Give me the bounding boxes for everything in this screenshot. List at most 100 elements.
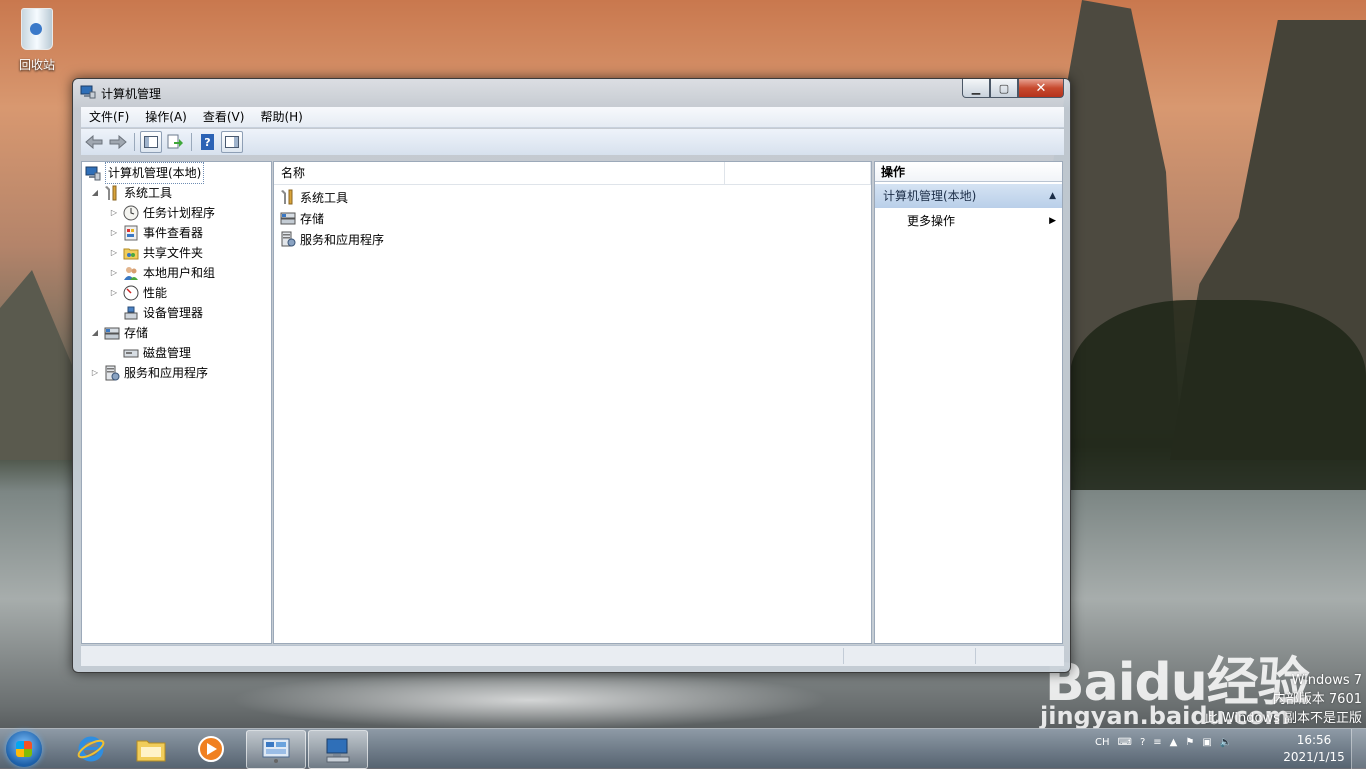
- list-item[interactable]: 服务和应用程序: [280, 229, 384, 249]
- expand-icon[interactable]: ▷: [109, 203, 119, 223]
- network-icon[interactable]: ▣: [1202, 737, 1211, 748]
- tree-item-system-tools[interactable]: ◢ 系统工具: [90, 183, 172, 203]
- windows-watermark: Windows 7 内部版本 7601 此 Windows 副本不是正版: [1200, 671, 1362, 728]
- tree-item-storage[interactable]: ◢ 存储: [90, 323, 148, 343]
- recycle-bin-desktop-icon[interactable]: 回收站: [12, 8, 62, 73]
- watermark-line: 内部版本 7601: [1272, 692, 1362, 707]
- tree-item-performance[interactable]: ▷ 性能: [109, 283, 167, 303]
- action-center-icon[interactable]: ⚑: [1185, 737, 1194, 748]
- expand-icon[interactable]: ▷: [109, 283, 119, 303]
- language-indicator[interactable]: CH: [1095, 737, 1110, 748]
- toolbar-separator: [134, 133, 135, 151]
- minimize-button[interactable]: ▁: [962, 79, 990, 98]
- status-bar: [81, 645, 1064, 666]
- tree-item-services-applications[interactable]: ▷ 服务和应用程序: [90, 363, 208, 383]
- taskbar-internet-explorer[interactable]: [62, 730, 120, 767]
- show-hide-action-pane-button[interactable]: [221, 131, 243, 153]
- users-icon: [124, 267, 138, 280]
- toolbar-separator: [191, 133, 192, 151]
- column-header-empty[interactable]: [725, 162, 871, 184]
- taskbar-media-player[interactable]: [182, 730, 240, 767]
- system-tray: CH ⌨ ? ≡ ▲ ⚑ ▣ 🔈: [1095, 737, 1232, 748]
- column-header-name[interactable]: 名称: [274, 162, 725, 184]
- keyboard-icon[interactable]: ⌨: [1118, 737, 1132, 748]
- volume-icon[interactable]: 🔈: [1220, 737, 1232, 748]
- storage-icon: [280, 212, 296, 225]
- computer-management-icon: [85, 166, 101, 181]
- background-trees: [1070, 300, 1366, 490]
- watermark-line: Windows 7: [1291, 673, 1362, 688]
- services-icon: [281, 231, 296, 247]
- tree-item-label: 系统工具: [124, 186, 173, 200]
- taskbar: CH ⌨ ? ≡ ▲ ⚑ ▣ 🔈 16:56 2021/1/15: [0, 728, 1366, 769]
- tree-item-shared-folders[interactable]: ▷ 共享文件夹: [109, 243, 203, 263]
- title-bar[interactable]: 计算机管理 ▁ ▢ ✕: [73, 79, 1070, 105]
- close-button[interactable]: ✕: [1018, 79, 1064, 98]
- back-button[interactable]: [83, 131, 105, 153]
- show-desktop-button[interactable]: [1351, 729, 1366, 769]
- show-hidden-icons-icon[interactable]: ▲: [1170, 737, 1178, 748]
- device-manager-icon: [124, 306, 138, 320]
- expand-icon[interactable]: ▷: [109, 223, 119, 243]
- menu-bar: 文件(F) 操作(A) 查看(V) 帮助(H): [81, 107, 1064, 128]
- expand-icon[interactable]: ▷: [90, 363, 100, 383]
- tree-item-label: 任务计划程序: [143, 206, 216, 220]
- tree-item-label: 性能: [143, 286, 168, 300]
- tools-icon: [281, 189, 293, 205]
- expand-icon[interactable]: ▷: [109, 243, 119, 263]
- forward-button[interactable]: [107, 131, 129, 153]
- list-item[interactable]: 系统工具: [280, 187, 348, 207]
- help-tray-icon[interactable]: ?: [1140, 737, 1145, 748]
- input-settings-icon[interactable]: ≡: [1153, 737, 1161, 748]
- taskbar-computer-management[interactable]: [308, 730, 368, 769]
- menu-file[interactable]: 文件(F): [81, 107, 137, 127]
- expand-icon[interactable]: ▷: [109, 263, 119, 283]
- actions-section-computer-management[interactable]: 计算机管理(本地) ▲: [875, 184, 1062, 208]
- clock-date: 2021/1/15: [1283, 750, 1345, 764]
- submenu-arrow-icon: ▶: [1049, 216, 1056, 226]
- export-list-button[interactable]: [164, 131, 186, 153]
- list-item-label: 系统工具: [300, 190, 349, 205]
- computer-management-icon: [326, 738, 350, 762]
- action-pane-icon: [225, 136, 239, 148]
- show-hide-console-tree-button[interactable]: [140, 131, 162, 153]
- computer-management-window: 计算机管理 ▁ ▢ ✕ 文件(F) 操作(A) 查看(V) 帮助(H) ? 计算…: [72, 78, 1071, 673]
- tools-icon: [105, 185, 117, 201]
- status-cell: [975, 648, 1064, 664]
- taskbar-control-panel[interactable]: [246, 730, 306, 769]
- actions-section-label: 计算机管理(本地): [883, 189, 977, 203]
- collapse-icon[interactable]: ◢: [90, 183, 100, 203]
- forward-arrow-icon: [109, 135, 127, 149]
- console-tree-icon: [144, 136, 158, 148]
- collapse-icon[interactable]: ◢: [90, 323, 100, 343]
- clock-time: 16:56: [1296, 733, 1332, 747]
- maximize-icon: ▢: [998, 81, 1010, 95]
- clock[interactable]: 16:56 2021/1/15: [1282, 732, 1346, 766]
- tree-item-disk-management[interactable]: 磁盘管理: [123, 343, 191, 363]
- background-water: [230, 670, 830, 730]
- tree-item-event-viewer[interactable]: ▷ 事件查看器: [109, 223, 203, 243]
- menu-action[interactable]: 操作(A): [137, 107, 195, 127]
- tree-item-label: 共享文件夹: [143, 246, 204, 260]
- background-mountain: [0, 270, 80, 460]
- column-header-row: 名称: [274, 162, 871, 185]
- help-button[interactable]: ?: [197, 131, 219, 153]
- tree-item-local-users-groups[interactable]: ▷ 本地用户和组: [109, 263, 215, 283]
- back-arrow-icon: [85, 135, 103, 149]
- toolbar: ?: [81, 129, 1064, 155]
- tree-item-task-scheduler[interactable]: ▷ 任务计划程序: [109, 203, 215, 223]
- control-panel-icon: [262, 738, 290, 763]
- list-item[interactable]: 存储: [280, 208, 324, 228]
- maximize-button[interactable]: ▢: [990, 79, 1018, 98]
- menu-help[interactable]: 帮助(H): [252, 107, 310, 127]
- more-actions-item[interactable]: 更多操作 ▶: [875, 210, 1062, 232]
- taskbar-explorer[interactable]: [122, 730, 180, 767]
- list-item-label: 服务和应用程序: [300, 232, 385, 247]
- results-pane: 名称 系统工具 存储 服务和应用程序: [273, 161, 872, 644]
- tree-item-label: 事件查看器: [143, 226, 204, 240]
- start-button[interactable]: [6, 731, 42, 767]
- console-tree: 计算机管理(本地) ◢ 系统工具 ▷ 任务计划程序 ▷ 事件查看器 ▷ 共享文件…: [81, 161, 272, 644]
- tree-root[interactable]: 计算机管理(本地): [85, 162, 205, 184]
- tree-item-device-manager[interactable]: 设备管理器: [123, 303, 203, 323]
- menu-view[interactable]: 查看(V): [195, 107, 253, 127]
